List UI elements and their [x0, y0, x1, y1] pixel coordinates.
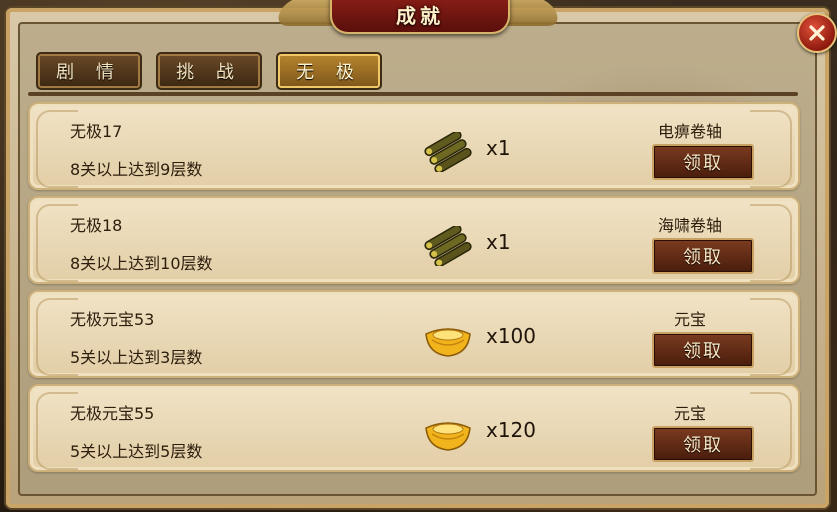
claim-button[interactable]: 领取	[652, 426, 754, 462]
tab-challenge[interactable]: 挑 战	[156, 52, 262, 90]
close-button[interactable]	[797, 13, 837, 53]
claim-button[interactable]: 领取	[652, 238, 754, 274]
achievement-name: 无极18	[70, 216, 123, 235]
tab-bar: 剧 情 挑 战 无 极	[36, 52, 382, 92]
achievement-row: 无极元宝53 5关以上达到3层数 x100 元宝 领取	[28, 290, 800, 378]
achievement-row: 无极元宝55 5关以上达到5层数 x120 元宝 领取	[28, 384, 800, 472]
gold-ingot-icon	[425, 422, 471, 451]
reward-quantity: x1	[486, 230, 511, 254]
achievement-row: 无极17 8关以上达到9层数 x1 电痹卷轴 领取	[28, 102, 800, 190]
achievement-desc: 5关以上达到5层数	[70, 442, 203, 461]
reward-name: 海啸卷轴	[657, 216, 722, 235]
achievement-desc: 8关以上达到9层数	[70, 160, 203, 179]
reward-name: 元宝	[673, 404, 706, 423]
title-banner: 成就	[330, 0, 510, 34]
achievement-name: 无极元宝55	[70, 404, 155, 423]
achievement-name: 无极元宝53	[70, 310, 155, 329]
tab-wuji[interactable]: 无 极	[276, 52, 382, 90]
panel-title: 成就	[396, 3, 444, 28]
achievement-desc: 8关以上达到10层数	[70, 254, 213, 273]
row-ornament-right	[750, 204, 792, 282]
achievement-list: 无极17 8关以上达到9层数 x1 电痹卷轴 领取 无极18 8关以上达到10层…	[28, 102, 800, 478]
reward-quantity: x1	[486, 136, 511, 160]
row-ornament-right	[750, 110, 792, 188]
claim-button[interactable]: 领取	[652, 332, 754, 368]
claim-button[interactable]: 领取	[652, 144, 754, 180]
gold-ingot-icon	[425, 328, 471, 357]
tab-divider	[28, 92, 798, 96]
achievement-desc: 5关以上达到3层数	[70, 348, 203, 367]
scroll-bundle-icon	[424, 226, 472, 266]
close-icon	[809, 25, 825, 41]
achievement-name: 无极17	[70, 122, 123, 141]
scroll-bundle-icon	[424, 132, 472, 172]
reward-quantity: x120	[486, 418, 537, 442]
achievement-row: 无极18 8关以上达到10层数 x1 海啸卷轴 领取	[28, 196, 800, 284]
tab-story[interactable]: 剧 情	[36, 52, 142, 90]
reward-name: 元宝	[673, 310, 706, 329]
row-ornament-right	[750, 298, 792, 376]
reward-name: 电痹卷轴	[657, 122, 722, 141]
row-ornament-right	[750, 392, 792, 470]
reward-quantity: x100	[486, 324, 537, 348]
